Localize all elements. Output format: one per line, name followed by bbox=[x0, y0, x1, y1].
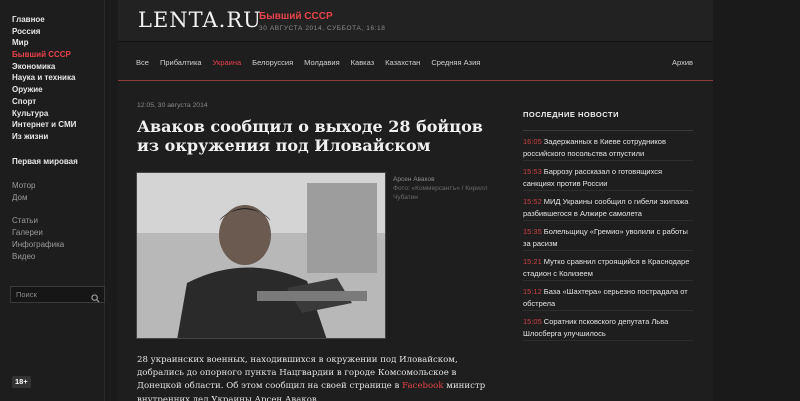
nav-item-articles[interactable]: Статьи bbox=[12, 215, 64, 227]
tab-caucasus[interactable]: Кавказ bbox=[351, 58, 375, 67]
tab-kazakhstan[interactable]: Казахстан bbox=[385, 58, 420, 67]
news-text[interactable]: Мутко сравнил строящийся в Краснодаре ст… bbox=[523, 257, 689, 278]
nav-item-economy[interactable]: Экономика bbox=[12, 61, 76, 73]
header-date: 30 АВГУСТА 2014, СУББОТА, 16:18 bbox=[259, 25, 386, 32]
news-time: 15:53 bbox=[523, 167, 542, 176]
site-header: LENTA.RU Бывший СССР 30 АВГУСТА 2014, СУ… bbox=[118, 0, 713, 42]
nav-item-rossiya[interactable]: Россия bbox=[12, 26, 76, 38]
news-item[interactable]: 15:05 Соратник псковского депутата Льва Ш… bbox=[523, 311, 693, 341]
news-time: 15:12 bbox=[523, 287, 542, 296]
nav-item-motor[interactable]: Мотор bbox=[12, 180, 36, 192]
search-placeholder: Поиск bbox=[16, 290, 37, 299]
caption-name: Арсен Аваков bbox=[393, 176, 435, 183]
article-body: 28 украинских военных, находившихся в ок… bbox=[137, 354, 502, 401]
news-item[interactable]: 15:35 Болельщицу «Гремио» уволили с работ… bbox=[523, 221, 693, 251]
article-photo bbox=[136, 172, 386, 339]
news-item[interactable]: 15:12 База «Шахтера» серьезно пострадала … bbox=[523, 281, 693, 311]
news-item[interactable]: 15:21 Мутко сравнил строящийся в Краснода… bbox=[523, 251, 693, 281]
tab-all[interactable]: Все bbox=[136, 58, 149, 67]
news-time: 15:05 bbox=[523, 317, 542, 326]
tab-belarus[interactable]: Белоруссия bbox=[252, 58, 293, 67]
facebook-link[interactable]: Facebook bbox=[402, 381, 443, 391]
tab-baltics[interactable]: Прибалтика bbox=[160, 58, 202, 67]
nav-item-culture[interactable]: Культура bbox=[12, 108, 76, 120]
news-text[interactable]: Баррозу рассказал о готовящихся санкциях… bbox=[523, 167, 662, 188]
article-timestamp: 12:05, 30 августа 2014 bbox=[137, 102, 208, 109]
nav-item-mir[interactable]: Мир bbox=[12, 37, 76, 49]
news-text[interactable]: МИД Украины сообщил о гибели экипажа раз… bbox=[523, 197, 688, 218]
news-time: 15:35 bbox=[523, 227, 542, 236]
nav-item-wwi[interactable]: Первая мировая bbox=[12, 157, 78, 166]
news-time: 16:05 bbox=[523, 137, 542, 146]
news-time: 15:52 bbox=[523, 197, 542, 206]
nav-item-infographics[interactable]: Инфографика bbox=[12, 239, 64, 251]
news-text[interactable]: Болельщицу «Гремио» уволили с работы за … bbox=[523, 227, 688, 248]
nav-item-weapons[interactable]: Оружие bbox=[12, 84, 76, 96]
nav-item-dom[interactable]: Дом bbox=[12, 192, 36, 204]
tab-ukraine[interactable]: Украина bbox=[213, 58, 242, 67]
news-text[interactable]: База «Шахтера» серьезно пострадала от об… bbox=[523, 287, 688, 308]
tabs-divider bbox=[118, 80, 713, 81]
secondary-navigation-a: Мотор Дом bbox=[12, 180, 36, 204]
nav-item-glavnoe[interactable]: Главное bbox=[12, 14, 76, 26]
latest-news-title: ПОСЛЕДНИЕ НОВОСТИ bbox=[523, 99, 693, 131]
article-headline: Аваков сообщил о выходе 28 бойцов из окр… bbox=[137, 117, 483, 155]
secondary-navigation-b: Статьи Галереи Инфографика Видео bbox=[12, 215, 64, 263]
main-column: LENTA.RU Бывший СССР 30 АВГУСТА 2014, СУ… bbox=[118, 0, 713, 401]
news-text[interactable]: Задержанных в Киеве сотрудников российск… bbox=[523, 137, 666, 158]
right-gutter bbox=[713, 0, 800, 401]
archive-link[interactable]: Архив bbox=[672, 58, 693, 67]
photo-caption: Арсен Аваков Фото: «Коммерсантъ» / Кирил… bbox=[393, 175, 503, 202]
caption-credit: Фото: «Коммерсантъ» / Кирилл Чубатин bbox=[393, 185, 488, 201]
nav-item-life[interactable]: Из жизни bbox=[12, 131, 76, 143]
age-rating-badge: 18+ bbox=[12, 376, 31, 388]
main-navigation: Главное Россия Мир Бывший СССР Экономика… bbox=[12, 14, 76, 143]
latest-news: ПОСЛЕДНИЕ НОВОСТИ 16:05 Задержанных в Кие… bbox=[523, 99, 693, 341]
nav-item-sport[interactable]: Спорт bbox=[12, 96, 76, 108]
news-item[interactable]: 15:52 МИД Украины сообщил о гибели экипаж… bbox=[523, 191, 693, 221]
site-logo[interactable]: LENTA.RU bbox=[138, 8, 262, 32]
news-time: 15:21 bbox=[523, 257, 542, 266]
search-icon[interactable] bbox=[91, 290, 100, 308]
left-sidebar: Главное Россия Мир Бывший СССР Экономика… bbox=[0, 0, 105, 401]
section-title[interactable]: Бывший СССР bbox=[259, 11, 333, 22]
news-item[interactable]: 16:05 Задержанных в Киеве сотрудников рос… bbox=[523, 131, 693, 161]
news-item[interactable]: 15:53 Баррозу рассказал о готовящихся сан… bbox=[523, 161, 693, 191]
nav-item-former-ussr[interactable]: Бывший СССР bbox=[12, 49, 76, 61]
region-tabs: Все Прибалтика Украина Белоруссия Молдав… bbox=[136, 58, 491, 67]
nav-item-video[interactable]: Видео bbox=[12, 251, 64, 263]
tab-moldova[interactable]: Молдавия bbox=[304, 58, 340, 67]
nav-item-science[interactable]: Наука и техника bbox=[12, 72, 76, 84]
tab-central-asia[interactable]: Средняя Азия bbox=[431, 58, 480, 67]
nav-item-galleries[interactable]: Галереи bbox=[12, 227, 64, 239]
news-text[interactable]: Соратник псковского депутата Льва Шлосбе… bbox=[523, 317, 668, 338]
search-input[interactable]: Поиск bbox=[10, 286, 105, 303]
nav-item-internet-media[interactable]: Интернет и СМИ bbox=[12, 119, 76, 131]
